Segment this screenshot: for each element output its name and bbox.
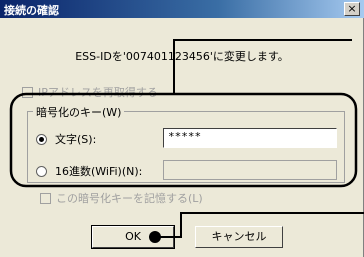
radio-text-key[interactable]: 文字(S): xyxy=(36,131,96,147)
radio-hex-key-label: 16進数(WiFi)(N): xyxy=(55,165,143,178)
title-bar[interactable]: 接続の確認 × xyxy=(0,0,364,18)
radio-button-selected[interactable] xyxy=(36,133,47,145)
encryption-key-group-label: 暗号化のキー(W) xyxy=(33,104,125,120)
radio-hex-key[interactable]: 16進数(WiFi)(N): xyxy=(36,163,142,179)
reacquire-ip-label: IPアドレスを再取得する xyxy=(38,86,158,99)
checkbox-box[interactable] xyxy=(22,86,33,98)
checkbox-box[interactable] xyxy=(40,192,51,204)
radio-text-key-label: 文字(S): xyxy=(55,133,97,146)
confirmation-message: ESS-IDを'007401123456'に変更します。 xyxy=(75,50,289,63)
ok-button[interactable]: OK xyxy=(91,225,175,249)
radio-button-unselected[interactable] xyxy=(36,165,47,177)
cancel-button[interactable]: キャンセル xyxy=(195,226,283,248)
hex-key-input[interactable] xyxy=(163,160,337,180)
text-key-input[interactable]: ***** xyxy=(163,128,337,148)
window-title: 接続の確認 xyxy=(4,4,59,17)
reacquire-ip-checkbox[interactable]: IPアドレスを再取得する xyxy=(22,84,158,100)
remember-key-checkbox[interactable]: この暗号化キーを記憶する(L) xyxy=(40,190,203,206)
close-button[interactable]: × xyxy=(344,2,360,16)
close-icon: × xyxy=(347,2,357,15)
remember-key-label: この暗号化キーを記憶する(L) xyxy=(56,192,203,205)
connection-confirm-dialog: 接続の確認 × ESS-IDを'007401123456'に変更します。 IPア… xyxy=(0,0,364,257)
